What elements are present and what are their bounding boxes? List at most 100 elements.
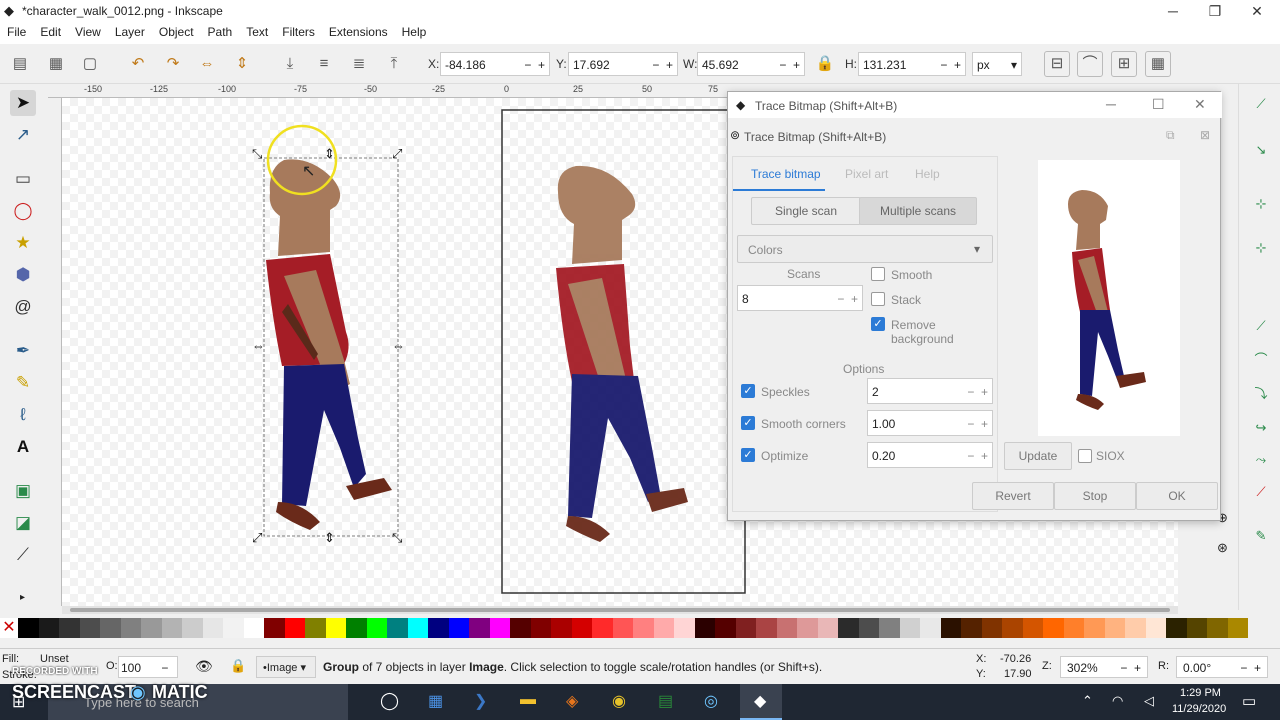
lock-icon[interactable]: 🔒 — [815, 54, 835, 74]
color-swatch[interactable] — [1125, 618, 1146, 638]
rectangle-tool-icon[interactable]: ▭ — [10, 166, 36, 192]
menu-text[interactable]: Text — [239, 22, 275, 39]
color-swatch[interactable] — [407, 618, 428, 638]
color-swatch[interactable] — [940, 618, 961, 638]
unit-select[interactable]: px ▾ — [972, 52, 1022, 76]
horizontal-scrollbar[interactable] — [62, 606, 1178, 614]
optimize-input[interactable]: 0.20− + — [867, 442, 993, 468]
screencast-app-icon[interactable]: ◎ — [704, 691, 718, 711]
color-swatch[interactable] — [264, 618, 285, 638]
close-button[interactable]: ✕ — [1234, 0, 1280, 22]
volume-icon[interactable]: ◁ — [1144, 693, 1154, 709]
dock-dialog-icon[interactable]: ⧉ — [1166, 128, 1175, 143]
scale-corners-icon[interactable]: ⌒ — [1077, 51, 1103, 77]
scrollbar-thumb[interactable] — [70, 608, 1170, 612]
opacity-input[interactable]: 100− — [118, 656, 178, 678]
x-field[interactable]: -84.186− + — [440, 52, 550, 76]
snap-corners-icon[interactable]: ⊹ — [1251, 238, 1271, 258]
snap-midpoints-icon[interactable]: ⤳ — [1251, 450, 1271, 470]
color-swatch[interactable] — [1145, 618, 1166, 638]
color-swatch[interactable] — [899, 618, 920, 638]
snap-centers-icon[interactable]: ⟋ — [1251, 482, 1271, 502]
raise-icon[interactable]: ≣ — [349, 54, 369, 74]
snap-bbox-icon[interactable]: ↘ — [1251, 140, 1271, 160]
clock-time[interactable]: 1:29 PM — [1180, 687, 1221, 699]
node-tool-icon[interactable]: ↗ — [10, 122, 36, 148]
stop-button[interactable]: Stop — [1054, 482, 1136, 510]
tab-help[interactable]: Help — [915, 167, 940, 181]
chrome-app-icon[interactable]: ◉ — [612, 691, 626, 711]
flip-horizontal-icon[interactable]: ⇔ — [197, 54, 217, 74]
color-swatch[interactable] — [79, 618, 100, 638]
color-swatch[interactable] — [551, 618, 572, 638]
w-field[interactable]: 45.692− + — [697, 52, 805, 76]
color-swatch[interactable] — [325, 618, 346, 638]
excel-app-icon[interactable]: ▤ — [658, 691, 673, 711]
h-field[interactable]: 131.231− + — [858, 52, 966, 76]
mesh-tool-icon[interactable]: ◪ — [10, 510, 36, 536]
trace-mode-select[interactable]: Colors ▾ — [737, 235, 993, 263]
single-scan-button[interactable]: Single scan — [751, 197, 861, 225]
optimize-checkbox[interactable]: ✓ — [741, 448, 755, 462]
move-patterns-icon[interactable]: ▦ — [1145, 51, 1171, 77]
menu-path[interactable]: Path — [201, 22, 240, 39]
color-swatch[interactable] — [182, 618, 203, 638]
menu-filters[interactable]: Filters — [275, 22, 322, 39]
rotate-cw-icon[interactable]: ↷ — [163, 54, 183, 74]
zoom-input[interactable]: 302% − + — [1060, 656, 1148, 678]
color-swatch[interactable] — [1227, 618, 1248, 638]
tray-chevron-icon[interactable]: ⌃ — [1082, 693, 1093, 709]
dialog-minimize-button[interactable]: ─ — [1106, 96, 1116, 112]
color-swatch[interactable] — [428, 618, 449, 638]
calculator-app-icon[interactable]: ▦ — [428, 691, 443, 711]
color-swatch[interactable] — [161, 618, 182, 638]
color-swatch[interactable] — [469, 618, 490, 638]
selector-tool-icon[interactable]: ➤ — [10, 90, 36, 116]
color-swatch[interactable] — [653, 618, 674, 638]
inkscape-taskbar-button[interactable]: ◆ — [740, 684, 782, 720]
speckles-checkbox[interactable]: ✓ — [741, 384, 755, 398]
color-swatch[interactable] — [448, 618, 469, 638]
rotation-input[interactable]: 0.00° − + — [1176, 656, 1268, 678]
star-tool-icon[interactable]: ★ — [10, 230, 36, 256]
task-view-icon[interactable]: ◯ — [380, 691, 399, 711]
pen-tool-icon[interactable]: ✒ — [10, 338, 36, 364]
color-swatch[interactable] — [817, 618, 838, 638]
pencil-tool-icon[interactable]: ✎ — [10, 370, 36, 396]
color-swatch[interactable] — [879, 618, 900, 638]
layer-select[interactable]: •Image ▾ — [256, 656, 316, 678]
speckles-input[interactable]: 2− + — [867, 378, 993, 404]
color-swatch[interactable] — [1043, 618, 1064, 638]
revert-button[interactable]: Revert — [972, 482, 1054, 510]
color-swatch[interactable] — [694, 618, 715, 638]
deselect-icon[interactable]: ▢ — [80, 54, 100, 74]
menu-file[interactable]: File — [0, 22, 33, 39]
color-swatch[interactable] — [1166, 618, 1187, 638]
color-swatch[interactable] — [797, 618, 818, 638]
layer-lock-icon[interactable]: 🔒 — [230, 658, 246, 674]
color-swatch[interactable] — [1022, 618, 1043, 638]
color-swatch[interactable] — [776, 618, 797, 638]
color-swatch[interactable] — [858, 618, 879, 638]
circle-tool-icon[interactable]: ◯ — [10, 198, 36, 224]
scale-stroke-icon[interactable]: ⊟ — [1044, 51, 1070, 77]
dialog-close-button[interactable]: ✕ — [1194, 96, 1206, 113]
color-swatch[interactable] — [284, 618, 305, 638]
lower-to-bottom-icon[interactable]: ⤓ — [280, 54, 300, 74]
snap-nodes-icon[interactable]: ⟋ — [1251, 316, 1271, 336]
color-swatch[interactable] — [387, 618, 408, 638]
bitmap-character-image[interactable] — [556, 165, 688, 542]
color-swatch[interactable] — [202, 618, 223, 638]
flip-vertical-icon[interactable]: ⇕ — [232, 54, 252, 74]
dialog-maximize-button[interactable]: ☐ — [1152, 96, 1165, 113]
color-swatch[interactable] — [243, 618, 264, 638]
siox-checkbox[interactable] — [1078, 449, 1092, 463]
clock-date[interactable]: 11/29/2020 — [1172, 703, 1226, 715]
color-swatch[interactable] — [120, 618, 141, 638]
color-swatch[interactable] — [1104, 618, 1125, 638]
dropper-tool-icon[interactable]: ⟋ — [10, 542, 36, 568]
close-panel-icon[interactable]: ⊠ — [1200, 128, 1210, 142]
color-swatch[interactable] — [18, 618, 39, 638]
y-field[interactable]: 17.692− + — [568, 52, 678, 76]
color-swatch[interactable] — [59, 618, 80, 638]
